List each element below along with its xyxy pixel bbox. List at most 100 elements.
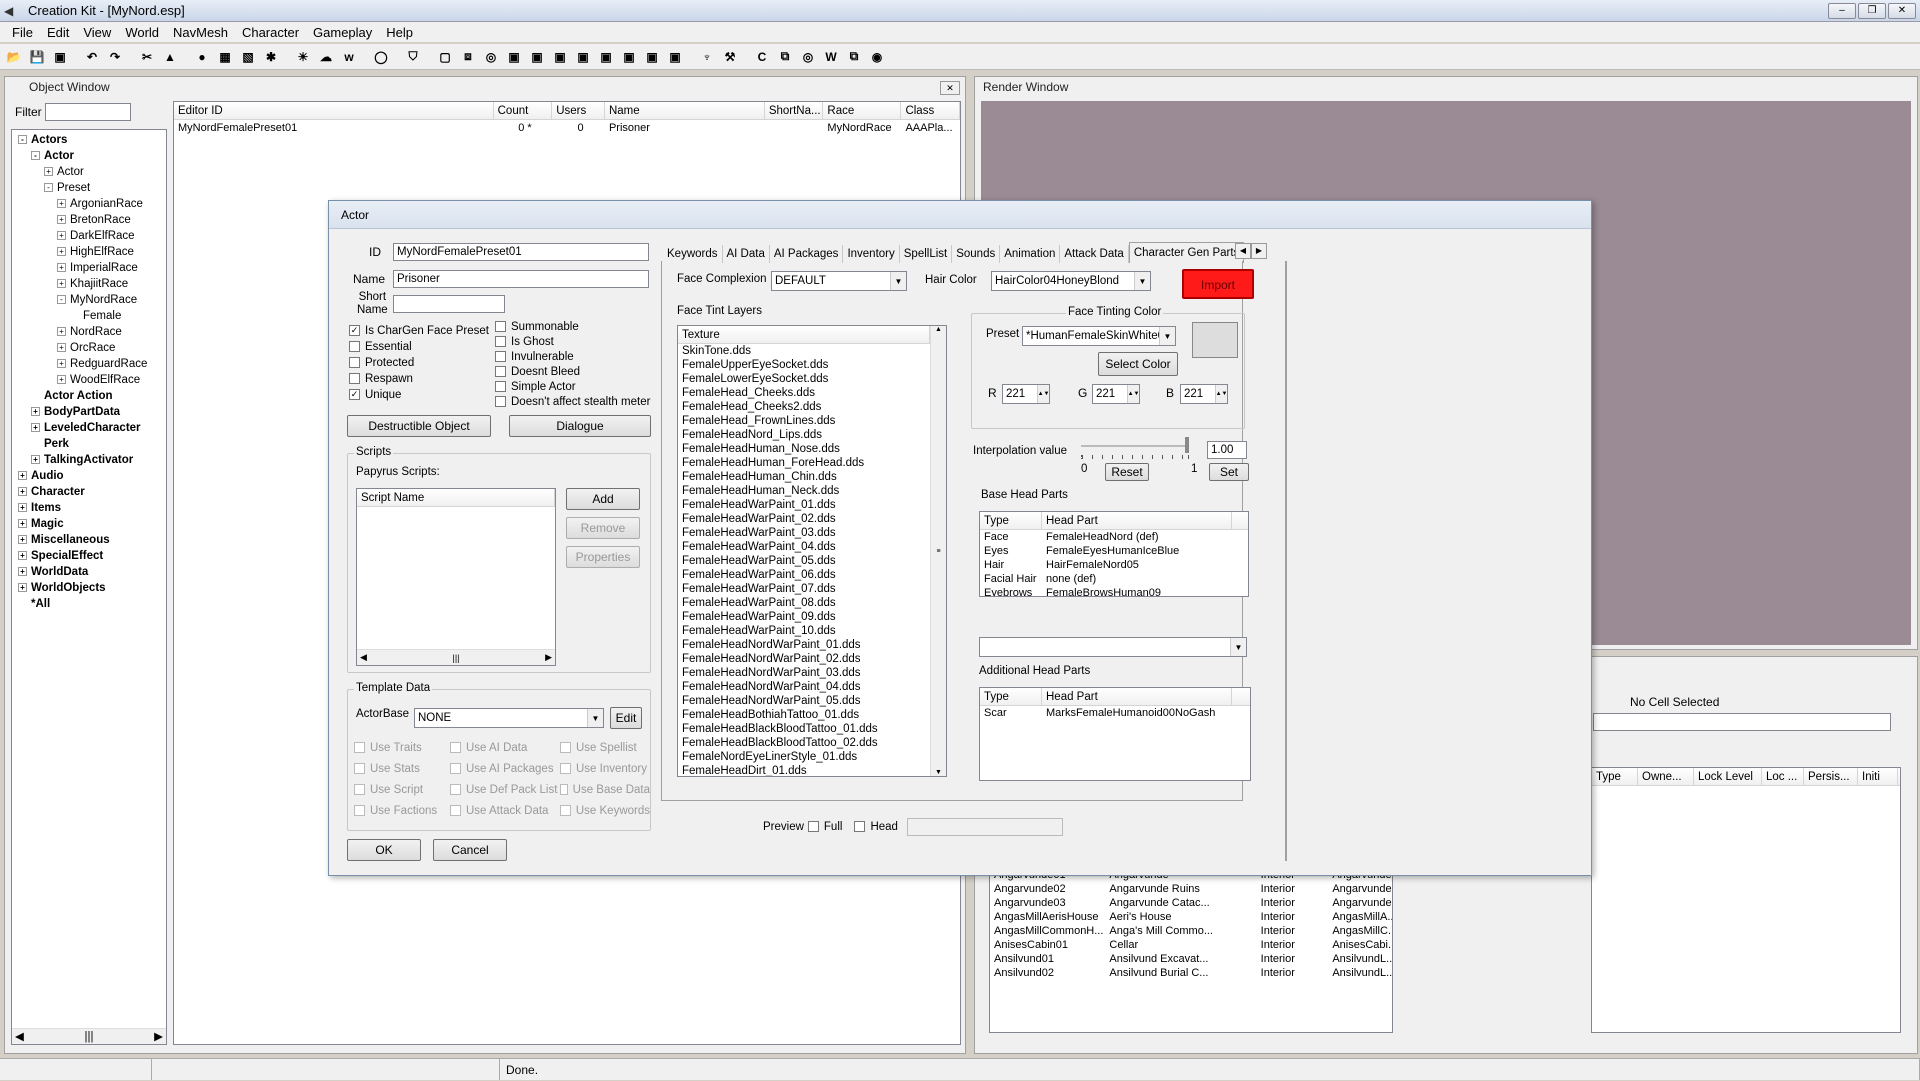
tree-item[interactable]: + ArgonianRace	[12, 196, 166, 212]
head-checkbox[interactable]: Head	[854, 819, 898, 834]
object-tree[interactable]: - Actors - Actor + Actor - Preset + ArgonianRace +…	[11, 129, 167, 1045]
list-item[interactable]: Eyes FemaleEyesHumanIceBlue	[980, 544, 1248, 558]
column-header[interactable]: Owne...	[1638, 768, 1694, 785]
open-icon[interactable]: 📂	[3, 46, 25, 68]
base-head-parts-list[interactable]: Type Head Part Face FemaleHeadNord (def) Ey…	[979, 511, 1249, 597]
texture-item[interactable]: FemaleHeadWarPaint_01.dds	[678, 498, 946, 512]
texture-item[interactable]: FemaleLowerEyeSocket.dds	[678, 372, 946, 386]
collapse-icon[interactable]: -	[31, 151, 40, 161]
expand-icon[interactable]: +	[18, 583, 27, 593]
render-icon[interactable]: ▧	[237, 46, 259, 68]
list-item[interactable]: Ansilvund02 Ansilvund Burial C... Interior…	[990, 966, 1392, 980]
interpolation-slider-handle[interactable]	[1185, 437, 1189, 453]
texture-item[interactable]: FemaleHeadHuman_Nose.dds	[678, 442, 946, 456]
frame-icon[interactable]: ▣	[664, 46, 686, 68]
script-name-header[interactable]: Script Name	[357, 489, 555, 506]
tree-item[interactable]: + TalkingActivator	[12, 452, 166, 468]
texture-item[interactable]: FemaleHeadHuman_Chin.dds	[678, 470, 946, 484]
tree-item[interactable]: + WorldObjects	[12, 580, 166, 596]
expand-icon[interactable]: +	[57, 279, 66, 289]
tree-item[interactable]: + LeveledCharacter	[12, 420, 166, 436]
menu-item-world[interactable]: World	[119, 25, 165, 40]
texture-item[interactable]: FemaleHeadWarPaint_08.dds	[678, 596, 946, 610]
menu-item-edit[interactable]: Edit	[41, 25, 75, 40]
frame-icon[interactable]: ▣	[526, 46, 548, 68]
column-header[interactable]: ShortNa...	[765, 102, 824, 119]
menu-item-view[interactable]: View	[77, 25, 117, 40]
tree-item[interactable]: + WoodElfRace	[12, 372, 166, 388]
expand-icon[interactable]: +	[18, 471, 27, 481]
expand-icon[interactable]: +	[18, 551, 27, 561]
reset-button[interactable]: Reset	[1105, 463, 1149, 481]
color-swatch[interactable]	[1192, 322, 1238, 358]
column-header[interactable]: Race	[823, 102, 902, 119]
landscape-icon[interactable]: ▦	[214, 46, 236, 68]
close-icon[interactable]: ✕	[1888, 3, 1916, 19]
checkbox[interactable]: Invulnerable	[495, 349, 650, 364]
texture-item[interactable]: FemaleHead_Cheeks2.dds	[678, 400, 946, 414]
list-item[interactable]: Facial Hair none (def)	[980, 572, 1248, 586]
tree-item[interactable]: + BretonRace	[12, 212, 166, 228]
column-header[interactable]: Type	[1592, 768, 1638, 785]
tree-item[interactable]: Perk	[12, 436, 166, 452]
frame-icon[interactable]: ▣	[618, 46, 640, 68]
template-checkbox[interactable]: Use Traits	[354, 740, 450, 755]
type-header[interactable]: Type	[980, 512, 1042, 529]
frame-icon[interactable]: ▣	[572, 46, 594, 68]
interpolation-field[interactable]: 1.00	[1207, 441, 1247, 459]
tree-item[interactable]: - Actor	[12, 148, 166, 164]
column-header[interactable]: Users	[552, 102, 605, 119]
preset-select[interactable]: *HumanFemaleSkinWhite01 ▼	[1022, 326, 1176, 346]
tree-item[interactable]: + OrcRace	[12, 340, 166, 356]
texture-item[interactable]: FemaleHeadBlackBloodTattoo_01.dds	[678, 722, 946, 736]
texture-item[interactable]: FemaleHeadNordWarPaint_02.dds	[678, 652, 946, 666]
tree-item[interactable]: Female	[12, 308, 166, 324]
globe-icon[interactable]: ●	[191, 46, 213, 68]
expand-icon[interactable]: +	[57, 215, 66, 225]
id-field[interactable]: MyNordFemalePreset01	[393, 243, 649, 261]
cancel-button[interactable]: Cancel	[433, 839, 507, 861]
template-checkbox[interactable]: Use Factions	[354, 803, 450, 818]
template-checkbox[interactable]: Use Attack Data	[450, 803, 560, 818]
frame-icon[interactable]: ▣	[641, 46, 663, 68]
expand-icon[interactable]: +	[57, 343, 66, 353]
collapse-icon[interactable]: -	[57, 295, 66, 305]
template-checkbox[interactable]: Use Keywords	[560, 803, 650, 818]
texture-item[interactable]: FemaleHeadBothiahTattoo_01.dds	[678, 708, 946, 722]
tree-item[interactable]: Actor Action	[12, 388, 166, 404]
minimize-icon[interactable]: –	[1828, 3, 1856, 19]
marker-icon[interactable]: ⛉	[402, 46, 424, 68]
texture-item[interactable]: FemaleHeadHuman_Neck.dds	[678, 484, 946, 498]
cell-list[interactable]: Angarvunde01AngarvundeInteriorAngarvunde…	[989, 867, 1393, 1033]
texture-item[interactable]: SkinTone.dds	[678, 344, 946, 358]
tree-item[interactable]: + NordRace	[12, 324, 166, 340]
collapse-icon[interactable]: -	[18, 135, 27, 145]
script-list[interactable]: Script Name ◀ ||| ▶	[356, 488, 556, 666]
tree-item[interactable]: + ImperialRace	[12, 260, 166, 276]
b-spinner[interactable]: 221 ▲▼	[1180, 384, 1228, 404]
save-all-icon[interactable]: ▣	[49, 46, 71, 68]
name-field[interactable]: Prisoner	[393, 270, 649, 288]
texture-item[interactable]: FemaleUpperEyeSocket.dds	[678, 358, 946, 372]
texture-item[interactable]: FemaleHeadNordWarPaint_03.dds	[678, 666, 946, 680]
script-scrollbar[interactable]: ◀ ||| ▶	[357, 649, 555, 665]
full-checkbox[interactable]: Full	[807, 819, 842, 834]
column-header[interactable]: Class	[901, 102, 960, 119]
template-checkbox[interactable]: Use AI Packages	[450, 761, 560, 776]
texture-item[interactable]: FemaleHeadWarPaint_06.dds	[678, 568, 946, 582]
speech-icon[interactable]: ◯	[370, 46, 392, 68]
short-name-field[interactable]	[393, 295, 505, 313]
texture-item[interactable]: FemaleHeadHuman_ForeHead.dds	[678, 456, 946, 470]
frame-icon[interactable]: ▣	[549, 46, 571, 68]
tab-right-icon[interactable]: ▶	[1251, 243, 1267, 259]
table-row[interactable]: MyNordFemalePreset01 0 * 0 Prisoner MyNordRa…	[174, 120, 960, 136]
expand-icon[interactable]: +	[31, 455, 40, 465]
tab-character-gen-parts[interactable]: Character Gen Parts	[1128, 242, 1245, 263]
texture-item[interactable]: FemaleHeadBlackBloodTattoo_02.dds	[678, 736, 946, 750]
hair-color-select[interactable]: HairColor04HoneyBlond ▼	[991, 271, 1151, 291]
texture-item[interactable]: FemaleHeadWarPaint_10.dds	[678, 624, 946, 638]
head-part-select[interactable]: ▼	[979, 637, 1247, 657]
actorbase-select[interactable]: NONE ▼	[414, 708, 604, 728]
tree-item[interactable]: + Items	[12, 500, 166, 516]
template-checkbox[interactable]: Use Stats	[354, 761, 450, 776]
